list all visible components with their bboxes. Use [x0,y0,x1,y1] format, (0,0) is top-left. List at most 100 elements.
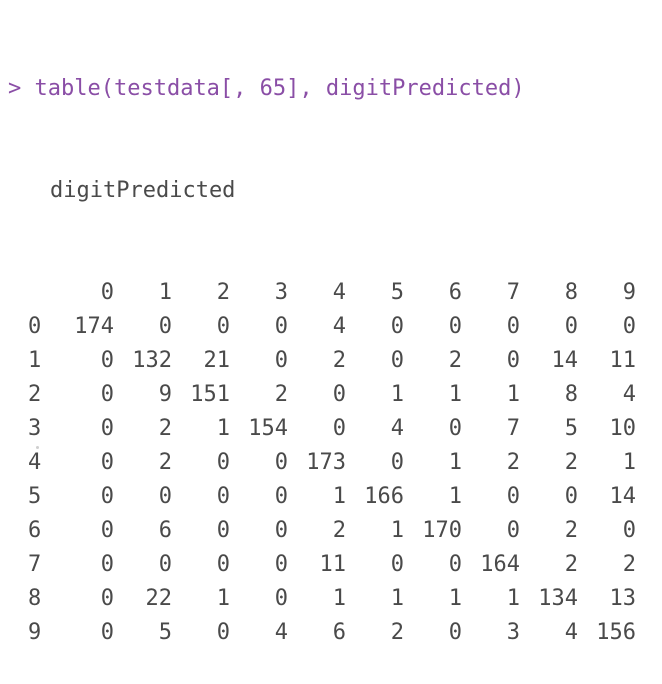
table-cell: 1 [390,518,404,543]
column-header: 3 [274,280,288,305]
table-cell: 1 [622,450,636,475]
table-cell: 173 [306,450,346,475]
table-cell: 0 [216,552,230,577]
table-cell: 0 [100,348,114,373]
table-cell: 1 [390,586,404,611]
table-cell: 0 [158,314,172,339]
table-cell: 0 [622,314,636,339]
row-label: 2 [28,382,42,407]
table-cell: 9 [158,382,172,407]
table-cell: 1 [448,586,462,611]
table-cell: 1 [390,382,404,407]
table-cell: 0 [158,484,172,509]
table-cell: 2 [390,620,404,645]
table-cell: 174 [74,314,114,339]
column-header: 6 [448,280,462,305]
table-cell: 4 [564,620,578,645]
table-cell: 0 [506,314,520,339]
table-row: 0 174 0 0 0 4 0 0 0 0 0 [28,310,636,344]
table-cell: 132 [132,348,172,373]
table-cell: 4 [622,382,636,407]
table-row: 3 0 2 1 154 0 4 0 7 5 10 [28,412,636,446]
corner-cell [28,276,58,310]
table-cell: 1 [216,586,230,611]
table-cell: 0 [332,416,346,441]
table-row: 7 0 0 0 0 11 0 0 164 2 2 [28,548,636,582]
table-cell: 8 [564,382,578,407]
table-cell: 22 [145,586,173,611]
table-cell: 0 [390,450,404,475]
table-cell: 0 [100,416,114,441]
table-cell: 14 [609,484,637,509]
table-cell: 21 [203,348,231,373]
table-cell: 0 [622,518,636,543]
table-cell: 0 [274,518,288,543]
table-cell: 164 [480,552,520,577]
dimnames-label: digitPredicted [50,178,236,203]
table-cell: 0 [216,314,230,339]
command-text[interactable]: table(testdata[, 65], digitPredicted) [35,76,525,101]
table-cell: 5 [564,416,578,441]
table-row: 5 0 0 0 0 1 166 1 0 0 14 [28,480,636,514]
column-header: 0 [100,280,114,305]
table-cell: 2 [622,552,636,577]
table-cell: 11 [609,348,637,373]
table-cell: 4 [332,314,346,339]
table-cell: 1 [506,382,520,407]
confusion-matrix-output: 0 1 2 3 4 5 6 7 8 9 0 174 0 0 0 4 0 0 0 0 0 1 0 132 21… [28,276,636,650]
table-cell: 0 [274,450,288,475]
table-cell: 2 [564,450,578,475]
table-cell: 1 [448,450,462,475]
table-cell: 6 [158,518,172,543]
table-cell: 2 [158,416,172,441]
table-cell: 2 [332,518,346,543]
column-header: 9 [622,280,636,305]
table-cell: 0 [390,314,404,339]
table-row: 6 0 6 0 0 2 1 170 0 2 0 [28,514,636,548]
table-cell: 134 [538,586,578,611]
table-cell: 0 [216,518,230,543]
table-cell: 0 [448,416,462,441]
column-header: 4 [332,280,346,305]
row-label: 4 [28,450,42,475]
table-cell: 0 [100,382,114,407]
r-console[interactable]: > table(testdata[, 65], digitPredicted) … [8,4,654,684]
table-cell: 0 [448,620,462,645]
table-cell: 0 [100,450,114,475]
table-row: 8 0 22 1 0 1 1 1 1 134 13 [28,582,636,616]
table-cell: 0 [390,348,404,373]
confusion-matrix-body: 0 1 2 3 4 5 6 7 8 9 0 174 0 0 0 4 0 0 0 0 0 1 0 132 21… [28,276,636,650]
column-header: 2 [216,280,230,305]
console-prompt: > [8,76,22,101]
table-cell: 0 [100,620,114,645]
table-cell: 13 [609,586,637,611]
table-cell: 2 [332,348,346,373]
table-cell: 0 [506,518,520,543]
table-cell: 0 [506,484,520,509]
table-cell: 0 [274,348,288,373]
table-cell: 0 [564,314,578,339]
table-cell: 156 [596,620,636,645]
table-cell: 10 [609,416,637,441]
table-cell: 1 [448,484,462,509]
table-cell: 0 [216,484,230,509]
table-cell: 1 [332,586,346,611]
row-label: 6 [28,518,42,543]
table-cell: 14 [551,348,579,373]
table-cell: 0 [390,552,404,577]
table-cell: 2 [564,518,578,543]
table-cell: 0 [274,552,288,577]
table-cell: 2 [158,450,172,475]
table-cell: 0 [274,314,288,339]
table-cell: 0 [332,382,346,407]
table-cell: 5 [158,620,172,645]
column-header: 5 [390,280,404,305]
table-cell: 4 [274,620,288,645]
command-line[interactable]: > table(testdata[, 65], digitPredicted) [8,72,654,106]
row-label: 9 [28,620,42,645]
column-header: 8 [564,280,578,305]
table-cell: 0 [216,620,230,645]
row-label: 3 [28,416,42,441]
cursor-marker [36,446,39,449]
table-row: 2 0 9 151 2 0 1 1 1 8 4 [28,378,636,412]
